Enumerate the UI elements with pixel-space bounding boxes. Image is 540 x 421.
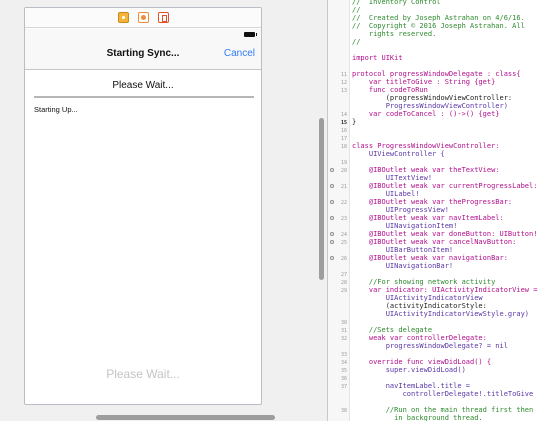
cancel-button[interactable]: Cancel — [224, 48, 255, 59]
code-line[interactable]: progressWindowDelegate? = nil — [352, 342, 508, 350]
navigation-bar[interactable]: Starting Sync... Cancel — [25, 40, 261, 70]
code-line[interactable]: class ProgressWindowViewController: — [352, 142, 500, 150]
code-line[interactable]: var codeToCancel : ()->() {get} — [352, 110, 500, 118]
code-line[interactable]: (progressWindowViewController: — [352, 94, 512, 102]
battery-icon — [244, 32, 257, 37]
current-progress-label[interactable]: Please Wait... — [25, 80, 261, 91]
code-line[interactable]: @IBOutlet weak var cancelNavButton: — [352, 238, 517, 246]
canvas-vertical-scrollbar[interactable] — [319, 118, 324, 280]
progress-bar[interactable] — [34, 96, 254, 98]
code-line[interactable]: UIProgressView! — [352, 206, 449, 214]
line-number: 12 — [340, 80, 347, 86]
outlet-connection-icon[interactable] — [330, 256, 334, 260]
outlet-connection-icon[interactable] — [330, 168, 334, 172]
line-number: 29 — [340, 288, 347, 294]
line-number: 28 — [340, 280, 347, 286]
code-line[interactable]: // Inventory Control — [352, 0, 441, 6]
progress-window-scene[interactable]: Starting Sync... Cancel Please Wait... S… — [24, 7, 262, 405]
code-line[interactable]: UINavigationItem! — [352, 222, 458, 230]
canvas-horizontal-scrollbar[interactable] — [96, 415, 275, 420]
line-number: 30 — [340, 320, 347, 326]
outlet-connection-icon[interactable] — [330, 240, 334, 244]
outlet-connection-icon[interactable] — [330, 184, 334, 188]
code-line[interactable]: navItemLabel.title = — [352, 382, 470, 390]
line-number: 15 — [340, 120, 347, 126]
view-controller-icon[interactable] — [117, 12, 129, 23]
outlet-connection-icon[interactable] — [330, 232, 334, 236]
line-number: 19 — [340, 160, 347, 166]
code-line[interactable]: UIActivityIndicatorView — [352, 294, 483, 302]
line-number: 34 — [340, 360, 347, 366]
code-line[interactable]: UITextView! — [352, 174, 432, 182]
code-line[interactable]: UIActivityIndicatorViewStyle.gray) — [352, 310, 529, 318]
code-line[interactable]: (activityIndicatorStyle: — [352, 302, 487, 310]
code-line[interactable]: @IBOutlet weak var navigationBar: — [352, 254, 508, 262]
scene-dock — [25, 8, 261, 28]
line-number: 33 — [340, 352, 347, 358]
code-line[interactable]: @IBOutlet weak var theProgressBar: — [352, 198, 512, 206]
outlet-connection-icon[interactable] — [330, 216, 334, 220]
code-line[interactable]: @IBOutlet weak var currentProgressLabel: — [352, 182, 538, 190]
code-line[interactable]: UIViewController { — [352, 150, 445, 158]
code-line[interactable]: UILabel! — [352, 190, 420, 198]
code-line[interactable]: weak var controllerDelegate: — [352, 334, 487, 342]
code-line[interactable]: controllerDelegate!.titleToGive — [352, 390, 534, 398]
code-line[interactable]: super.viewDidLoad() — [352, 366, 466, 374]
code-line[interactable]: UINavigationBar! — [352, 262, 453, 270]
code-line[interactable]: // Created by Joseph Astrahan on 4/6/16. — [352, 14, 525, 22]
line-number: 37 — [340, 384, 347, 390]
line-number: 36 — [340, 376, 347, 382]
code-line[interactable]: //Run on the main thread first then — [352, 406, 534, 414]
first-responder-icon[interactable] — [137, 12, 149, 23]
code-line[interactable]: @IBOutlet weak var doneButton: UIButton! — [352, 230, 538, 238]
storyboard-canvas: Starting Sync... Cancel Please Wait... S… — [0, 0, 327, 421]
line-number: 38 — [340, 408, 347, 414]
code-line[interactable]: rights reserved. — [352, 30, 436, 38]
code-line[interactable]: @IBOutlet weak var theTextView: — [352, 166, 500, 174]
status-text-view[interactable]: Starting Up... — [34, 105, 78, 114]
code-line[interactable]: } — [352, 118, 356, 126]
code-line[interactable]: override func viewDidLoad() { — [352, 358, 491, 366]
line-number: 16 — [340, 128, 347, 134]
line-number: 35 — [340, 368, 347, 374]
line-number: 18 — [340, 144, 347, 150]
code-line[interactable]: // — [352, 6, 360, 14]
line-number: 17 — [340, 136, 347, 142]
line-number: 27 — [340, 272, 347, 278]
code-line[interactable]: // Copyright © 2016 Joseph Astrahan. All — [352, 22, 525, 30]
code-line[interactable]: func codeToRun — [352, 86, 428, 94]
code-line[interactable]: UIBarButtonItem! — [352, 246, 453, 254]
code-line[interactable]: @IBOutlet weak var navItemLabel: — [352, 214, 504, 222]
code-line[interactable]: // — [352, 38, 360, 46]
line-number: 32 — [340, 336, 347, 342]
line-number: 31 — [340, 328, 347, 334]
line-number: 13 — [340, 88, 347, 94]
code-line[interactable]: import UIKit — [352, 54, 403, 62]
code-editor[interactable]: // Inventory Control//// Created by Jose… — [328, 0, 540, 421]
exit-icon[interactable] — [157, 12, 169, 23]
code-line[interactable]: in background thread. — [352, 414, 483, 421]
done-button[interactable]: Please Wait... — [25, 367, 261, 381]
line-number: 11 — [340, 72, 347, 78]
line-number: 14 — [340, 112, 347, 118]
status-bar — [25, 29, 261, 40]
code-line[interactable]: ProgressWindowViewController) — [352, 102, 508, 110]
code-line[interactable]: var titleToGive : String {get} — [352, 78, 495, 86]
code-line[interactable]: var indicator: UIActivityIndicatorView = — [352, 286, 538, 294]
code-line[interactable]: //For showing network activity — [352, 278, 495, 286]
outlet-connection-icon[interactable] — [330, 200, 334, 204]
code-line[interactable]: protocol progressWindowDelegate : class{ — [352, 70, 521, 78]
code-line[interactable]: //Sets delegate — [352, 326, 432, 334]
